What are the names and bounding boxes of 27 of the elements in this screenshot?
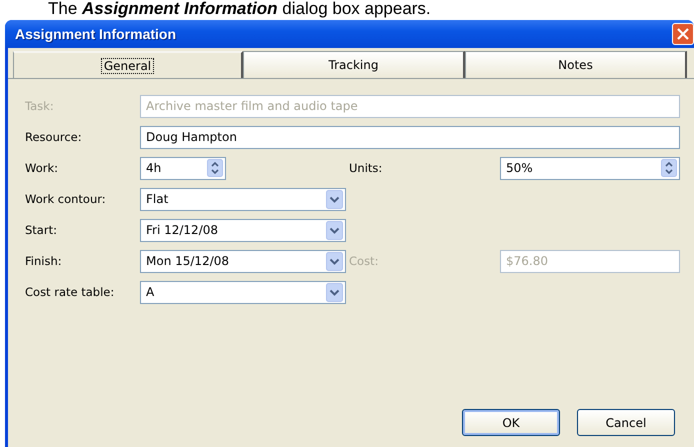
field-label: Cost rate table: xyxy=(24,285,116,299)
caption-text: The Assignment Information dialog box appears. xyxy=(47,0,432,20)
dropdown[interactable]: Flat xyxy=(140,188,346,210)
tab[interactable]: General xyxy=(13,51,243,78)
field-label: Start: xyxy=(24,223,58,237)
field-label: Resource: xyxy=(24,130,83,144)
dropdown[interactable]: Fri 12/12/08 xyxy=(140,218,346,242)
field-label: Finish: xyxy=(24,254,63,268)
spin-field[interactable]: 4h xyxy=(140,156,226,180)
field-label: Task: xyxy=(24,99,55,113)
input-field[interactable]: Doug Hampton xyxy=(140,126,680,148)
tab[interactable]: Notes xyxy=(465,51,687,78)
field-label: Work: xyxy=(24,161,59,175)
tab[interactable]: Tracking xyxy=(243,51,465,78)
window-title: Assignment Information xyxy=(15,26,176,42)
spin-field[interactable]: 50% xyxy=(500,156,680,180)
field-label: Work contour: xyxy=(24,192,107,206)
spinner-arrows-icon[interactable] xyxy=(661,159,677,177)
dropdown[interactable]: A xyxy=(140,280,346,304)
spinner-arrows-icon[interactable] xyxy=(207,159,223,177)
dropdown[interactable]: Mon 15/12/08 xyxy=(140,250,346,272)
close-button[interactable] xyxy=(672,23,694,45)
close-icon xyxy=(677,28,689,40)
ok-button[interactable]: OK xyxy=(462,409,560,436)
cancel-button[interactable]: Cancel xyxy=(577,409,675,436)
field-label: Units: xyxy=(348,161,384,175)
field-label: Cost: xyxy=(348,254,380,268)
